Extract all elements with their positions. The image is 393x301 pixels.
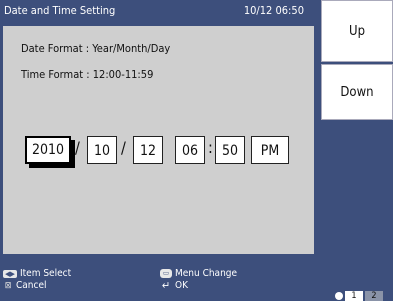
menu-button-icon: ▭	[160, 269, 172, 278]
date-format-label[interactable]: Date Format : Year/Month/Day	[21, 42, 170, 55]
month-field[interactable]: 10	[87, 136, 117, 164]
down-button[interactable]: Down	[321, 64, 393, 120]
menu-change-label: Menu Change	[175, 268, 238, 279]
left-right-arrow-icon: ◀▶	[3, 269, 17, 278]
ampm-field[interactable]: PM	[251, 136, 289, 164]
page-icon	[335, 292, 343, 300]
cancel-label: Cancel	[16, 280, 47, 291]
date-separator: /	[121, 138, 126, 157]
cancel-icon: ⊠	[4, 280, 12, 291]
minute-field[interactable]: 50	[215, 136, 245, 164]
item-select-hint: ◀▶ Item Select	[3, 268, 71, 279]
ok-hint: ↵ OK	[160, 278, 188, 292]
enter-icon: ↵	[161, 278, 171, 292]
time-separator: :	[208, 138, 213, 157]
clock-readout: 10/12 06:50	[243, 4, 304, 17]
screen-title: Date and Time Setting	[4, 4, 116, 17]
menu-change-hint: ▭ Menu Change	[160, 268, 237, 279]
up-button[interactable]: Up	[321, 0, 393, 62]
hour-field[interactable]: 06	[175, 136, 205, 164]
cancel-hint: ⊠ Cancel	[3, 280, 47, 291]
date-separator: /	[75, 138, 80, 157]
item-select-label: Item Select	[20, 268, 72, 279]
year-field[interactable]: 2010	[25, 136, 71, 164]
ok-label: OK	[175, 280, 188, 291]
time-format-label[interactable]: Time Format : 12:00-11:59	[21, 68, 153, 81]
day-field[interactable]: 12	[133, 136, 163, 164]
title-bar: Date and Time Setting 10/12 06:50	[0, 0, 318, 22]
settings-panel: Date Format : Year/Month/Day Time Format…	[3, 26, 314, 254]
